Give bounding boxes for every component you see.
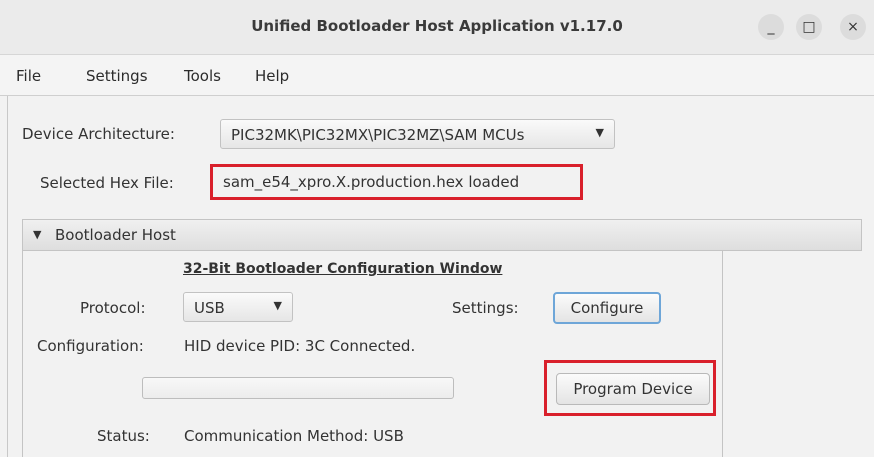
hex-file-highlight: sam_e54_xpro.X.production.hex loaded bbox=[210, 164, 583, 200]
device-architecture-select[interactable]: PIC32MK\PIC32MX\PIC32MZ\SAM MCUs ▼ bbox=[220, 119, 615, 149]
title-bar: Unified Bootloader Host Application v1.1… bbox=[0, 0, 874, 55]
status-label: Status: bbox=[97, 427, 150, 445]
device-architecture-label: Device Architecture: bbox=[22, 125, 175, 143]
minimize-button[interactable]: _ bbox=[758, 14, 784, 40]
hex-file-label: Selected Hex File: bbox=[40, 174, 174, 192]
device-architecture-value: PIC32MK\PIC32MX\PIC32MZ\SAM MCUs bbox=[231, 126, 525, 144]
window-title: Unified Bootloader Host Application v1.1… bbox=[251, 17, 623, 35]
configuration-value: HID device PID: 3C Connected. bbox=[184, 337, 416, 355]
menu-help[interactable]: Help bbox=[255, 67, 289, 85]
menu-file[interactable]: File bbox=[16, 67, 41, 85]
maximize-button[interactable]: □ bbox=[796, 14, 822, 40]
chevron-down-icon: ▼ bbox=[273, 299, 282, 312]
status-value: Communication Method: USB bbox=[184, 427, 404, 445]
config-window-title: 32-Bit Bootloader Configuration Window bbox=[183, 261, 503, 277]
protocol-value: USB bbox=[194, 299, 225, 317]
protocol-label: Protocol: bbox=[80, 299, 146, 317]
collapse-triangle-icon: ▼ bbox=[33, 228, 42, 241]
configuration-label: Configuration: bbox=[37, 337, 144, 355]
bootloader-host-header[interactable]: ▼ Bootloader Host bbox=[22, 219, 862, 251]
settings-label: Settings: bbox=[452, 299, 519, 317]
program-device-button[interactable]: Program Device bbox=[556, 373, 710, 405]
progress-bar bbox=[142, 377, 454, 399]
menu-bar: File Settings Tools Help bbox=[0, 55, 874, 96]
hex-file-value: sam_e54_xpro.X.production.hex loaded bbox=[223, 173, 520, 191]
bootloader-host-title: Bootloader Host bbox=[55, 226, 176, 244]
menu-tools[interactable]: Tools bbox=[184, 67, 221, 85]
configure-button[interactable]: Configure bbox=[553, 292, 661, 324]
chevron-down-icon: ▼ bbox=[595, 126, 604, 139]
protocol-select[interactable]: USB ▼ bbox=[183, 292, 293, 322]
menu-settings[interactable]: Settings bbox=[86, 67, 148, 85]
close-button[interactable]: × bbox=[840, 14, 866, 40]
